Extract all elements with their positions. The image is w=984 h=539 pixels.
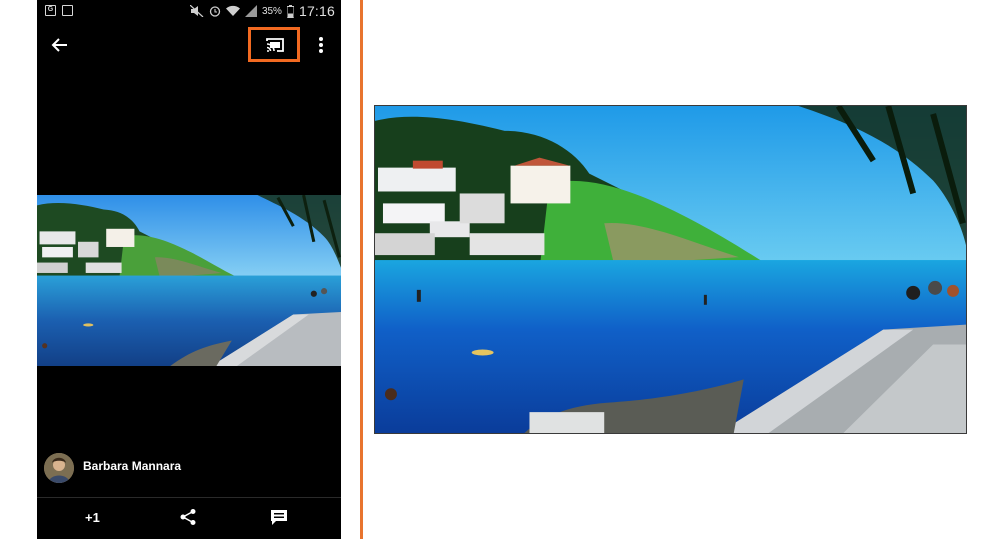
signal-icon — [244, 5, 257, 17]
comment-button[interactable] — [270, 509, 288, 531]
share-icon — [180, 509, 196, 525]
photo-toolbar — [37, 22, 341, 68]
photo-view[interactable] — [37, 195, 341, 366]
battery-percent: 35% — [261, 5, 282, 17]
phone-screen: G 35% 17:16 Barbara Mannara +1 — [37, 0, 341, 539]
gallery-notification-icon — [62, 5, 73, 16]
clock: 17:16 — [298, 3, 335, 19]
g-notification-icon: G — [45, 5, 56, 16]
plus-one-button[interactable]: +1 — [85, 510, 100, 525]
action-bar: +1 — [37, 497, 341, 539]
arrow-back-icon — [51, 38, 67, 52]
avatar[interactable] — [44, 453, 74, 483]
avatar-image — [44, 453, 74, 483]
photo-image — [37, 195, 341, 366]
battery-icon — [286, 4, 294, 18]
cast-icon — [266, 38, 284, 52]
divider — [360, 0, 363, 539]
wifi-icon — [225, 5, 240, 16]
author-name[interactable]: Barbara Mannara — [83, 459, 181, 473]
comment-icon — [271, 510, 287, 525]
photo-info: Barbara Mannara — [37, 447, 341, 487]
mute-icon — [189, 5, 204, 17]
more-vert-icon — [319, 37, 323, 53]
screenshot-composition: G 35% 17:16 Barbara Mannara +1 — [0, 0, 984, 539]
more-options-button[interactable] — [313, 34, 329, 56]
status-bar: G 35% 17:16 — [37, 0, 341, 22]
share-button[interactable] — [179, 508, 197, 531]
cast-photo-image — [375, 106, 966, 433]
cast-button[interactable] — [248, 27, 300, 62]
back-button[interactable] — [49, 34, 71, 56]
alarm-icon — [209, 6, 221, 17]
cast-output-photo — [374, 105, 967, 434]
